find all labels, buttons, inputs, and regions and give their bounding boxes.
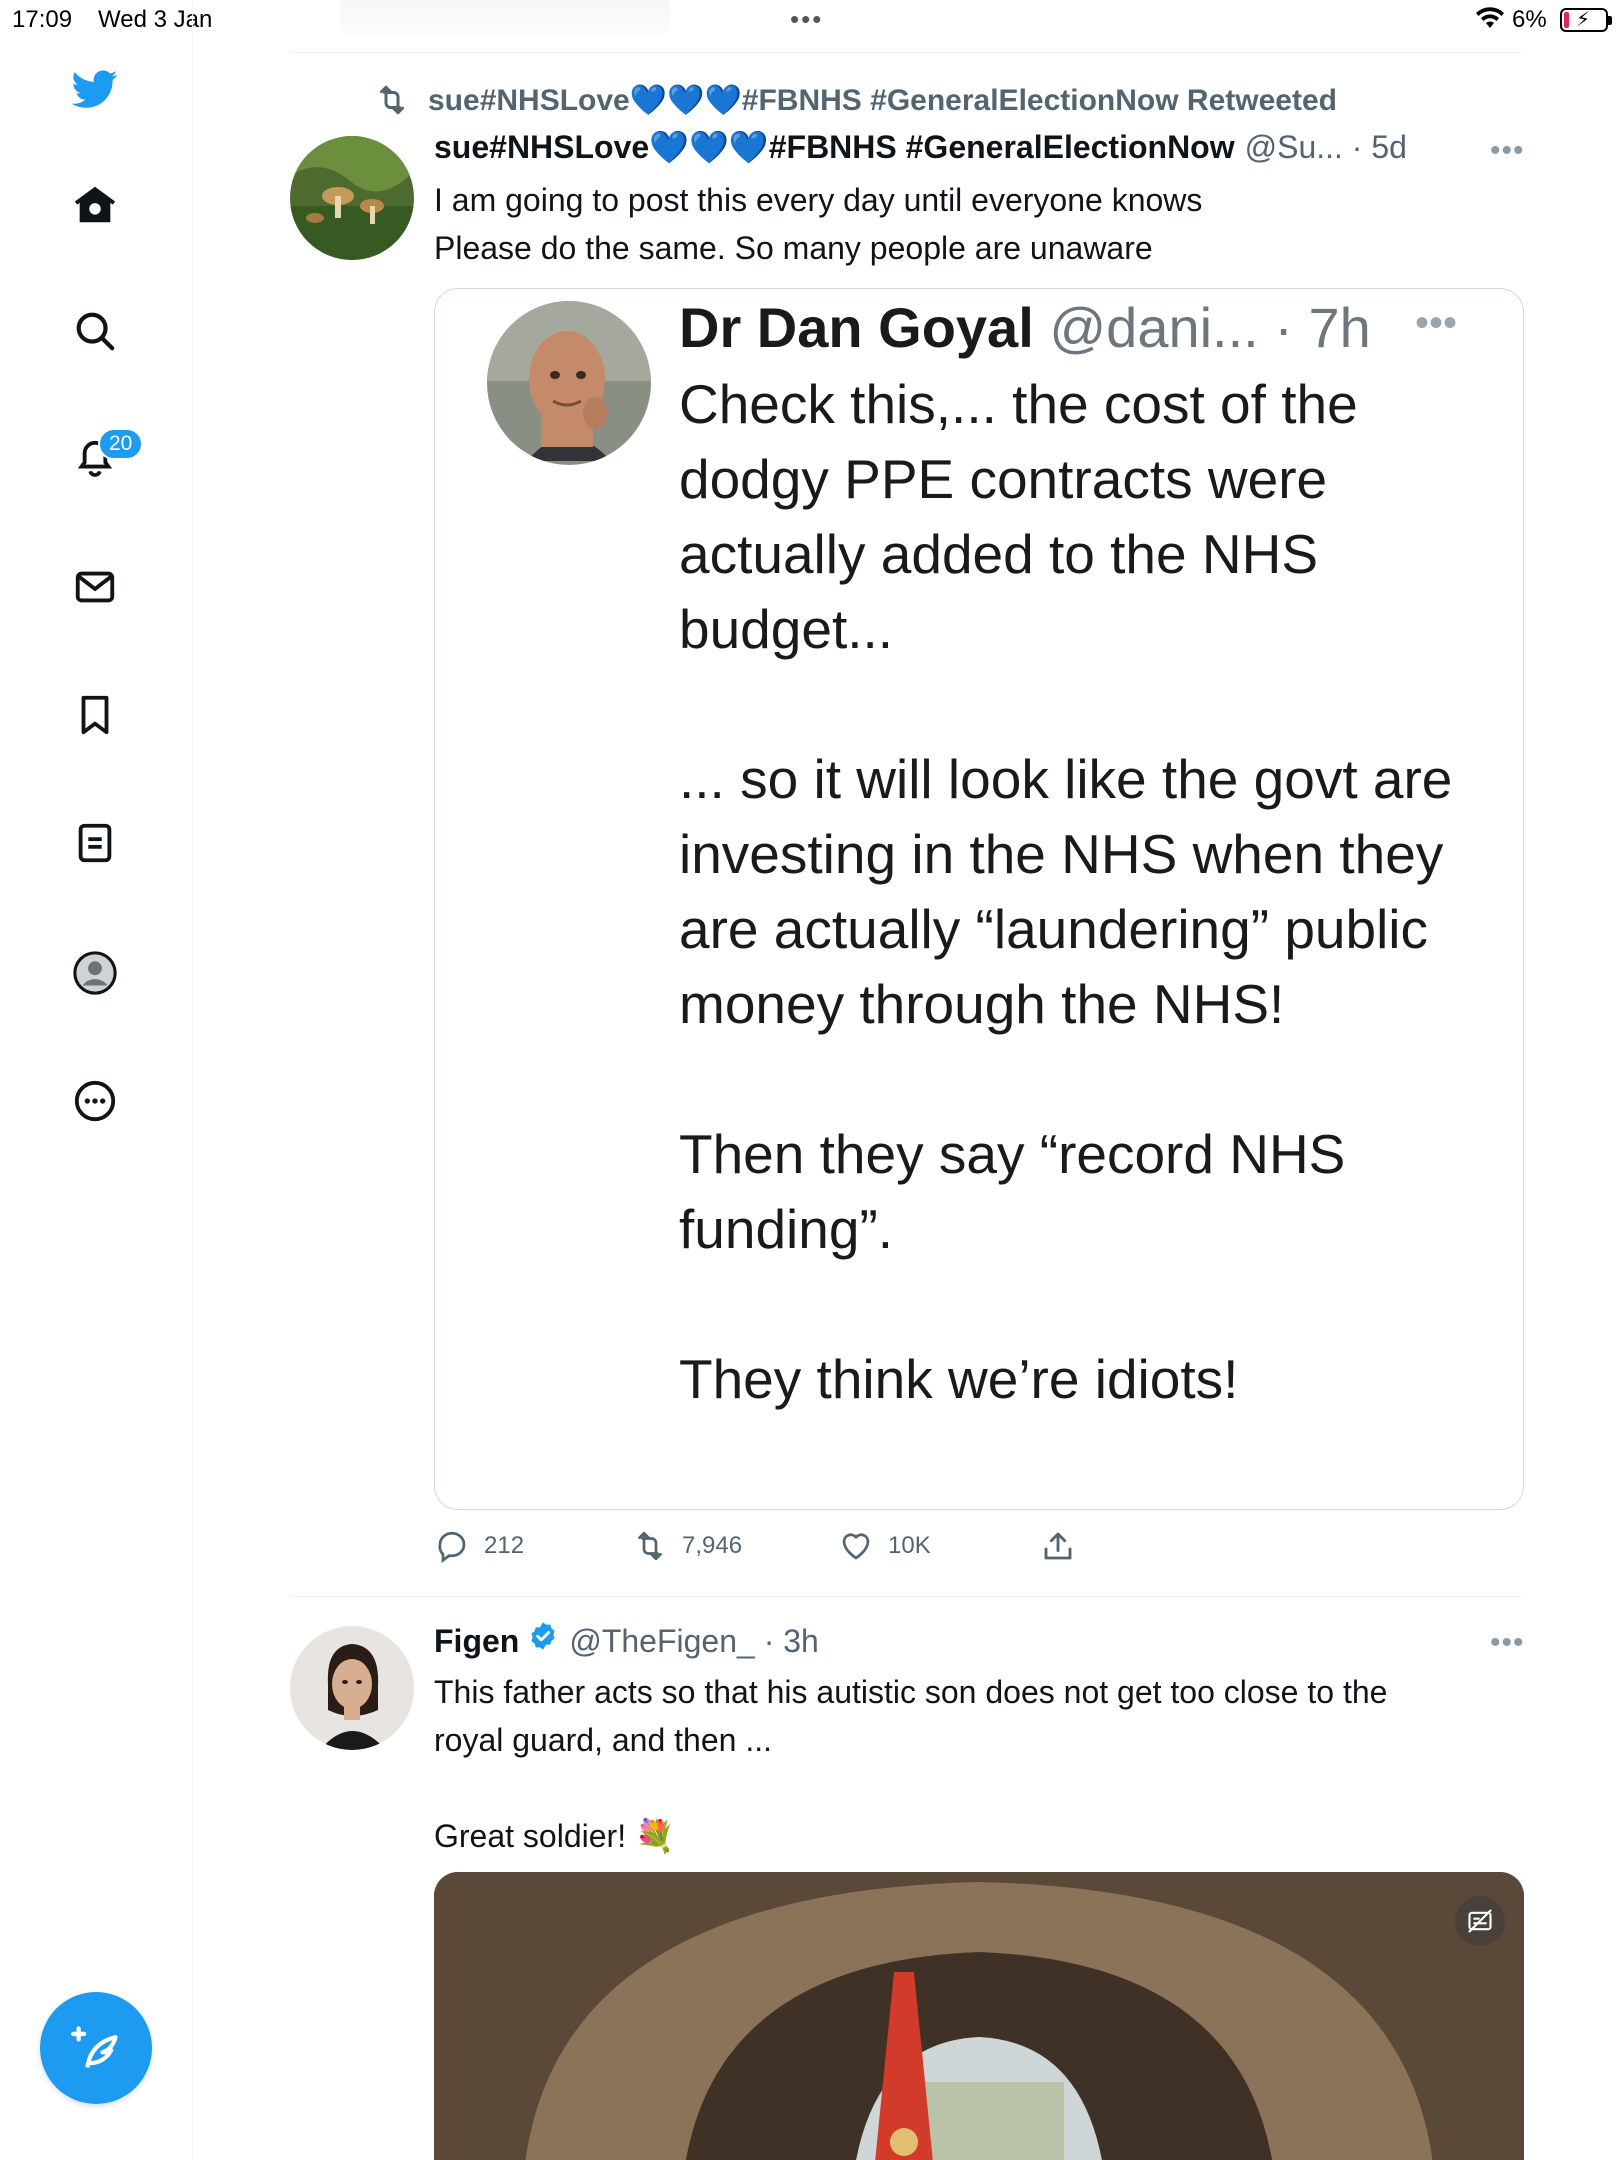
avatar[interactable] <box>290 1626 414 1750</box>
quote-header: Dr Dan Goyal @dani... · 7h <box>679 295 1371 360</box>
tweet-author-name[interactable]: sue#NHSLove💙💙💙#FBNHS #GeneralElectionNow <box>434 128 1235 166</box>
tweet-divider <box>290 1596 1522 1597</box>
status-bar: 17:09 Wed 3 Jan ••• 6% ⚡ <box>0 0 1620 40</box>
retweet-context[interactable]: sue#NHSLove💙💙💙#FBNHS #GeneralElectionNow… <box>374 82 1337 118</box>
notification-badge: 20 <box>98 428 144 460</box>
reply-icon <box>438 1531 466 1563</box>
tweet-actions: 212 7,946 10K <box>434 1528 1134 1568</box>
multitasking-dots-icon[interactable]: ••• <box>790 4 823 35</box>
retweet-button[interactable]: 7,946 <box>632 1528 742 1564</box>
tweet-text: I am going to post this every day until … <box>434 182 1203 266</box>
reply-count: 212 <box>484 1532 525 1559</box>
tweet-handle-time[interactable]: @TheFigen_ · 3h <box>569 1623 819 1660</box>
tweet-image-quote[interactable]: Dr Dan Goyal @dani... · 7h ••• Check thi… <box>434 288 1524 1510</box>
tweet-video[interactable] <box>434 1872 1524 2160</box>
search-icon[interactable] <box>62 298 128 364</box>
profile-avatar-icon[interactable] <box>62 940 128 1006</box>
quote-text: Check this,... the cost of the dodgy PPE… <box>679 373 1453 1410</box>
quote-avatar <box>487 301 651 465</box>
like-count: 10K <box>888 1532 931 1559</box>
compose-tweet-button[interactable] <box>40 1992 152 2104</box>
top-blur-bar <box>340 0 670 36</box>
sidebar: 20 <box>0 0 193 2160</box>
quote-author-name: Dr Dan Goyal <box>679 296 1034 359</box>
twitter-logo-icon[interactable] <box>62 56 128 122</box>
home-icon[interactable] <box>62 172 128 238</box>
tweet-more-icon[interactable]: ••• <box>1490 134 1525 168</box>
battery-percent: 6% <box>1512 6 1547 33</box>
heart-icon <box>842 1533 870 1560</box>
list-icon[interactable] <box>62 810 128 876</box>
feed-top-divider <box>290 52 1522 53</box>
bookmark-icon[interactable] <box>62 682 128 748</box>
compose-feather-icon <box>71 2026 118 2068</box>
no-audio-icon[interactable] <box>1455 1896 1505 1946</box>
reply-button[interactable]: 212 <box>434 1528 524 1564</box>
retweet-icon <box>380 85 404 115</box>
tweet-more-icon[interactable]: ••• <box>1490 1626 1525 1660</box>
tweet-text: This father acts so that his autistic so… <box>434 1674 1388 1854</box>
retweet-label: sue#NHSLove💙💙💙#FBNHS #GeneralElectionNow… <box>428 83 1337 117</box>
tweet-author-line: sue#NHSLove💙💙💙#FBNHS #GeneralElectionNow… <box>434 128 1407 166</box>
quote-more-icon: ••• <box>1415 301 1458 345</box>
envelope-icon[interactable] <box>62 554 128 620</box>
avatar[interactable] <box>290 136 414 260</box>
like-button[interactable]: 10K <box>838 1528 931 1564</box>
battery-icon: ⚡ <box>1560 8 1612 32</box>
share-button[interactable] <box>1040 1528 1090 1564</box>
wifi-icon <box>1475 6 1505 37</box>
tweet-author-line: Figen @TheFigen_ · 3h <box>434 1620 819 1660</box>
retweet-count: 7,946 <box>682 1532 743 1559</box>
quote-handle-time: @dani... · 7h <box>1033 296 1371 359</box>
tweet-handle-time[interactable]: @Su... · 5d <box>1245 129 1407 166</box>
retweet-icon <box>638 1531 662 1561</box>
more-circle-icon[interactable] <box>62 1068 128 1134</box>
tweet-author-name[interactable]: Figen <box>434 1623 519 1660</box>
share-icon <box>1044 1532 1072 1560</box>
verified-badge-icon <box>531 1622 555 1650</box>
